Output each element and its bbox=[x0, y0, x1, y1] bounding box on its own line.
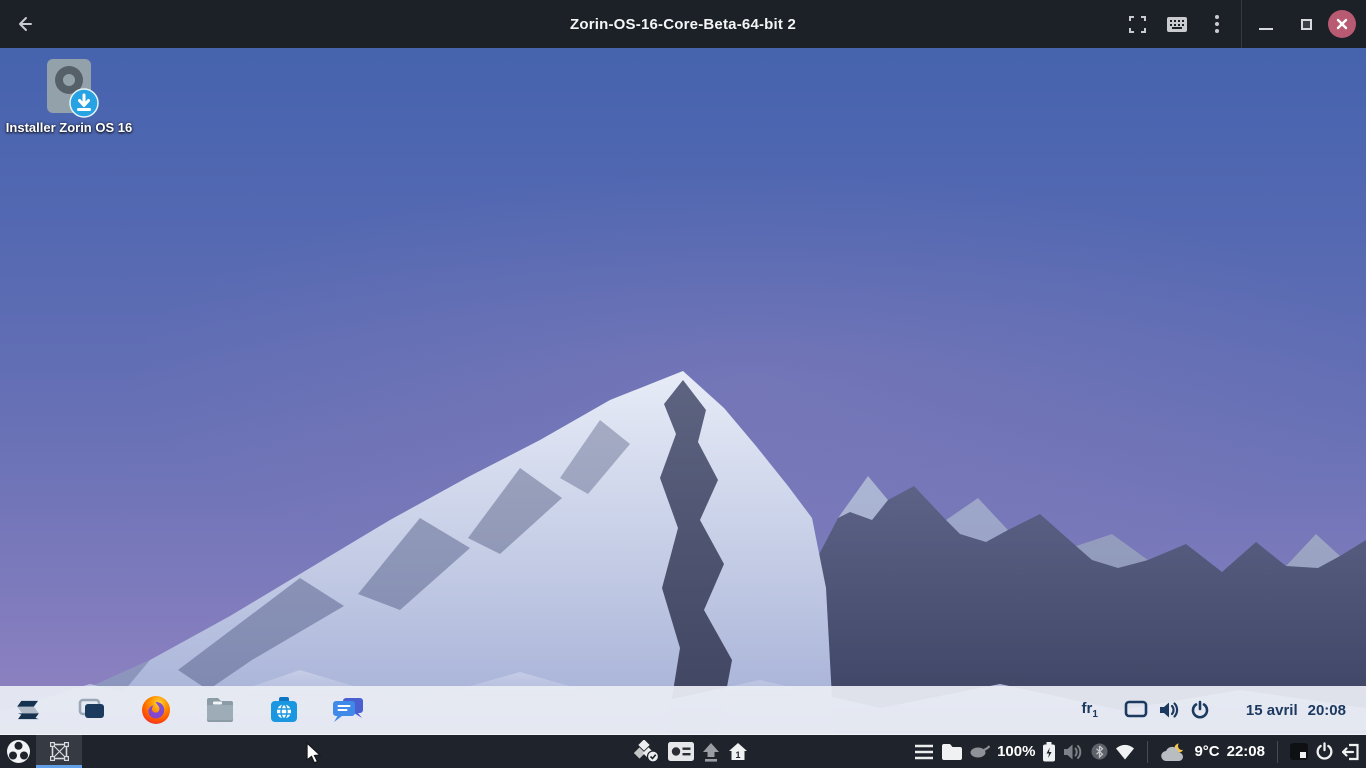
chat-icon bbox=[332, 696, 364, 724]
firefox-icon bbox=[140, 694, 172, 726]
installer-icon-label: Installer Zorin OS 16 bbox=[6, 120, 132, 135]
host-menu-button[interactable] bbox=[914, 744, 934, 760]
keyboard-layout-indicator[interactable]: fr1 bbox=[1082, 700, 1098, 720]
battery-indicator[interactable] bbox=[1042, 742, 1056, 762]
chat-button[interactable] bbox=[332, 694, 364, 726]
zorin-menu-button[interactable] bbox=[12, 694, 44, 726]
status-separator bbox=[1147, 741, 1148, 763]
window-switcher-icon bbox=[78, 698, 106, 722]
eject-tray-button[interactable] bbox=[702, 742, 720, 762]
bluetooth-icon bbox=[1091, 743, 1108, 760]
feed-tray-icon bbox=[668, 742, 694, 761]
bluetooth-button[interactable] bbox=[1091, 743, 1108, 760]
menu-hamburger-icon bbox=[914, 744, 934, 760]
files-icon bbox=[205, 697, 235, 723]
host-files-button[interactable] bbox=[941, 743, 963, 761]
back-button[interactable] bbox=[0, 0, 48, 48]
volume-muted-icon bbox=[1063, 743, 1084, 761]
desktop: Installer Zorin OS 16 bbox=[0, 48, 1366, 735]
minimize-button[interactable] bbox=[1246, 0, 1286, 48]
close-icon bbox=[1336, 18, 1348, 30]
weather-night-icon bbox=[1160, 742, 1187, 762]
updates-tray-button[interactable] bbox=[634, 740, 660, 763]
volume-muted-button[interactable] bbox=[1063, 743, 1084, 761]
logout-button[interactable] bbox=[1341, 743, 1360, 761]
close-button[interactable] bbox=[1328, 10, 1356, 38]
power-icon[interactable] bbox=[1190, 700, 1210, 720]
status-separator-2 bbox=[1277, 741, 1278, 763]
host-status-area: 100% bbox=[914, 741, 1366, 763]
fullscreen-button[interactable] bbox=[1117, 0, 1157, 48]
maximize-button[interactable] bbox=[1286, 0, 1326, 48]
eject-tray-icon bbox=[702, 742, 720, 762]
software-store-button[interactable] bbox=[268, 694, 300, 726]
menu-button[interactable] bbox=[1197, 0, 1237, 48]
download-badge-icon bbox=[69, 88, 99, 118]
home-alert-tray-button[interactable]: 1 bbox=[728, 742, 748, 762]
wifi-icon bbox=[1115, 744, 1135, 760]
files-button[interactable] bbox=[204, 694, 236, 726]
power-icon-host bbox=[1315, 742, 1334, 761]
wallpaper-mountain bbox=[0, 48, 1366, 735]
zorin-date: 15 avril bbox=[1246, 702, 1298, 719]
host-launcher-button[interactable] bbox=[0, 735, 36, 768]
software-store-icon bbox=[269, 695, 299, 725]
logout-icon bbox=[1341, 743, 1360, 761]
weather-temperature: 9°C bbox=[1194, 743, 1219, 760]
keyboard-layout-code: fr bbox=[1082, 700, 1093, 717]
keyboard-icon bbox=[1167, 17, 1187, 32]
fullscreen-icon bbox=[1129, 16, 1146, 33]
mouse-battery-icon bbox=[970, 745, 990, 758]
mouse-battery-indicator[interactable] bbox=[970, 745, 990, 758]
launcher-ball-icon bbox=[6, 739, 31, 764]
window-switcher-button[interactable] bbox=[76, 694, 108, 726]
vm-window-icon bbox=[49, 741, 70, 762]
zorin-time: 20:08 bbox=[1308, 702, 1346, 719]
installer-icon-art bbox=[44, 58, 94, 114]
host-power-button[interactable] bbox=[1315, 742, 1334, 761]
show-desktop-button[interactable] bbox=[1290, 743, 1308, 760]
wifi-button[interactable] bbox=[1115, 744, 1135, 760]
zorin-taskbar-apps bbox=[0, 694, 364, 726]
weather-indicator[interactable] bbox=[1160, 742, 1187, 762]
minimize-icon bbox=[1259, 28, 1273, 30]
zorin-system-indicators bbox=[1124, 700, 1210, 720]
zorin-taskbar-indicators: fr1 15 avril 20:08 bbox=[1082, 700, 1366, 720]
menu-kebab-icon bbox=[1215, 15, 1219, 33]
home-alert-badge: 1 bbox=[735, 750, 740, 760]
back-icon bbox=[15, 15, 33, 33]
volume-icon[interactable] bbox=[1158, 700, 1180, 720]
zorin-menu-icon bbox=[13, 695, 43, 725]
vm-task-button[interactable] bbox=[36, 735, 82, 768]
updates-tray-icon bbox=[634, 740, 660, 763]
zorin-taskbar: fr1 15 avril 20:08 bbox=[0, 686, 1366, 735]
screen: Zorin-OS-16-Core-Beta-64-bit 2 bbox=[0, 0, 1366, 768]
firefox-button[interactable] bbox=[140, 694, 172, 726]
display-icon[interactable] bbox=[1124, 700, 1148, 720]
keyboard-layout-index: 1 bbox=[1092, 709, 1098, 720]
host-clock[interactable]: 22:08 bbox=[1227, 743, 1265, 760]
keyboard-button[interactable] bbox=[1157, 0, 1197, 48]
maximize-icon bbox=[1301, 19, 1312, 30]
titlebar-actions bbox=[1117, 0, 1366, 48]
feed-tray-button[interactable] bbox=[668, 742, 694, 761]
show-desktop-icon bbox=[1290, 743, 1308, 760]
host-panel: 1 100% bbox=[0, 735, 1366, 768]
installer-desktop-icon[interactable]: Installer Zorin OS 16 bbox=[4, 58, 134, 135]
zorin-clock[interactable]: 15 avril 20:08 bbox=[1246, 702, 1346, 719]
battery-charging-icon bbox=[1042, 742, 1056, 762]
host-tray: 1 bbox=[634, 740, 748, 763]
folder-icon bbox=[941, 743, 963, 761]
battery-percent: 100% bbox=[997, 743, 1035, 760]
vm-titlebar: Zorin-OS-16-Core-Beta-64-bit 2 bbox=[0, 0, 1366, 48]
titlebar-separator bbox=[1241, 0, 1242, 48]
